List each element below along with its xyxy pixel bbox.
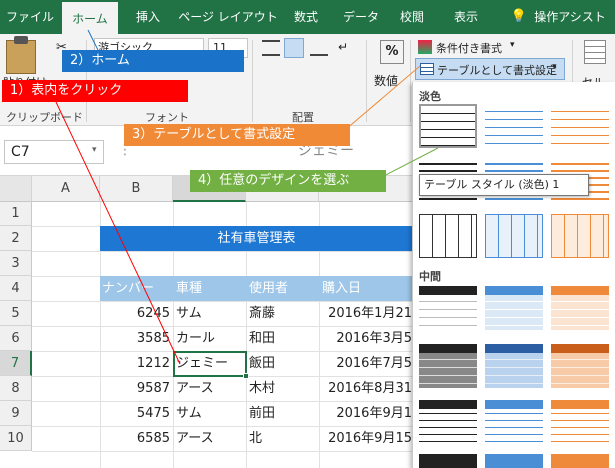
callout-click-table: 1）表内をクリック bbox=[2, 80, 188, 102]
callout-choose-design: 4）任意のデザインを選ぶ bbox=[190, 170, 386, 192]
arrow-line bbox=[379, 147, 439, 179]
callout-home: 2）ホーム bbox=[62, 50, 244, 72]
callout-format-as-table: 3）テーブルとして書式設定 bbox=[124, 124, 350, 146]
arrow-line bbox=[87, 29, 99, 51]
arrow-line bbox=[344, 65, 421, 131]
